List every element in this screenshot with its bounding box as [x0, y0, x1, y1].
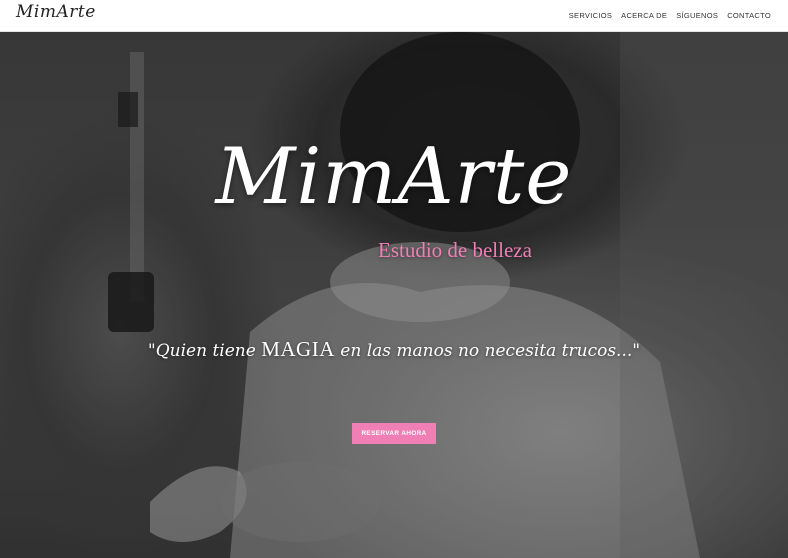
- site-logo[interactable]: MimArte: [16, 2, 96, 22]
- hero-dark-overlay: [0, 32, 788, 558]
- quote-text-start: "Quien tiene: [147, 341, 262, 361]
- hero-brand-subtitle: Estudio de belleza: [378, 238, 532, 262]
- quote-text-end: en las manos no necesita trucos...": [334, 341, 641, 361]
- main-nav: SERVICIOS ACERCA DE SÍGUENOS CONTACTO: [569, 11, 771, 20]
- nav-link-siguenos[interactable]: SÍGUENOS: [676, 11, 718, 20]
- top-navbar: MimArte SERVICIOS ACERCA DE SÍGUENOS CON…: [0, 0, 788, 32]
- nav-link-contacto[interactable]: CONTACTO: [727, 11, 771, 20]
- hero-section: MimArte Estudio de belleza "Quien tiene …: [0, 32, 788, 558]
- quote-emphasis: MAGIA: [261, 337, 335, 361]
- hero-quote: "Quien tiene MAGIA en las manos no neces…: [0, 337, 788, 362]
- hero-brand-title: MimArte: [215, 132, 573, 222]
- nav-link-servicios[interactable]: SERVICIOS: [569, 11, 612, 20]
- nav-link-acerca-de[interactable]: ACERCA DE: [621, 11, 667, 20]
- reservar-ahora-button[interactable]: RESERVAR AHORA: [352, 423, 436, 444]
